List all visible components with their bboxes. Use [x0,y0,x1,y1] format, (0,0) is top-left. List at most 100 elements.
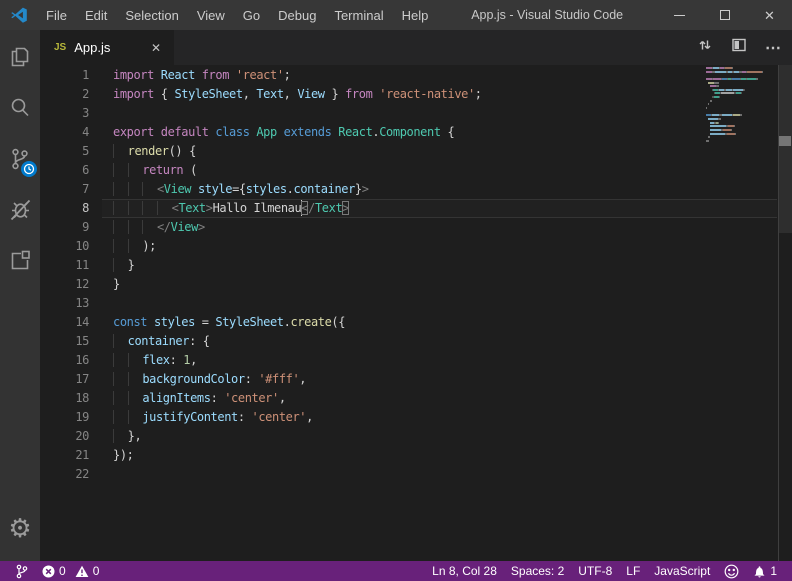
sidebar-item-explorer[interactable] [0,32,40,81]
code-line[interactable]: 4export default class App extends React.… [40,123,792,142]
minimize-button[interactable] [657,0,702,30]
indent-guide [128,182,143,196]
line-number[interactable]: 18 [40,389,89,408]
cursor-position[interactable]: Ln 8, Col 28 [425,561,504,581]
feedback-smiley[interactable] [717,561,746,581]
token: () { [169,144,196,158]
line-number[interactable]: 4 [40,123,89,142]
code-line[interactable]: 22 [40,465,792,484]
code-line[interactable]: 13 [40,294,792,313]
editor[interactable]: 1 import React from 'react';2import { Sty… [40,65,792,561]
line-number[interactable]: 7 [40,180,89,199]
code-area[interactable]: 1 import React from 'react';2import { Sty… [40,66,792,484]
sidebar-item-extensions[interactable] [0,236,40,285]
code-line[interactable]: 5 render() { [40,142,792,161]
code-line[interactable]: 12} [40,275,792,294]
token [277,125,284,139]
code-line[interactable]: 9 </View> [40,218,792,237]
code-text: flex: 1, [113,351,197,370]
line-number[interactable]: 8 [40,199,89,218]
line-number[interactable]: 11 [40,256,89,275]
line-number[interactable]: 12 [40,275,89,294]
indentation-setting[interactable]: Spaces: 2 [504,561,571,581]
line-number[interactable]: 14 [40,313,89,332]
sync-changes-icon[interactable] [697,37,713,58]
maximize-button[interactable] [702,0,747,30]
line-number[interactable]: 2 [40,85,89,104]
indent-guide [128,239,143,253]
indent-guide [113,429,128,443]
minimap[interactable] [702,67,778,147]
overview-ruler[interactable] [778,65,792,561]
tab-close-icon[interactable]: ✕ [148,39,164,57]
indent-guide [128,353,143,367]
menu-help[interactable]: Help [393,0,438,30]
line-number[interactable]: 16 [40,351,89,370]
line-number[interactable]: 15 [40,332,89,351]
menu-edit[interactable]: Edit [76,0,116,30]
search-icon [7,95,33,121]
menu-terminal[interactable]: Terminal [325,0,392,30]
code-line[interactable]: 2import { StyleSheet, Text, View } from … [40,85,792,104]
line-number[interactable]: 10 [40,237,89,256]
split-editor-icon[interactable] [731,37,747,58]
line-number[interactable]: 19 [40,408,89,427]
line-number[interactable]: 6 [40,161,89,180]
close-button[interactable]: ✕ [747,0,792,30]
line-number[interactable]: 13 [40,294,89,313]
menu-debug[interactable]: Debug [269,0,325,30]
git-branch-indicator[interactable] [8,561,35,581]
manage-gear-icon[interactable]: ⚙ [0,510,40,546]
code-line[interactable]: 11 } [40,256,792,275]
code-line[interactable]: 19 justifyContent: 'center', [40,408,792,427]
line-number[interactable]: 20 [40,427,89,446]
sidebar-item-source-control[interactable] [0,134,40,183]
token: > [362,182,369,196]
line-number[interactable]: 22 [40,465,89,484]
warning-icon [75,565,89,578]
code-line[interactable]: 14const styles = StyleSheet.create({ [40,313,792,332]
token: , [190,353,197,367]
notifications-indicator[interactable]: 1 [746,561,784,581]
eol-setting[interactable]: LF [619,561,647,581]
encoding-setting[interactable]: UTF-8 [571,561,619,581]
token: , [284,87,298,101]
token: from [345,87,372,101]
code-line[interactable]: 17 backgroundColor: '#fff', [40,370,792,389]
line-number[interactable]: 21 [40,446,89,465]
token: < [157,182,164,196]
line-number[interactable]: 3 [40,104,89,123]
token: '#fff' [258,372,299,386]
code-line[interactable]: 6 return ( [40,161,792,180]
code-line[interactable]: 21}); [40,446,792,465]
sidebar-item-search[interactable] [0,83,40,132]
code-line[interactable]: 8 <Text>Hallo Ilmenau</Text> [40,199,792,218]
code-line[interactable]: 1 import React from 'react'; [40,66,792,85]
token: styles [154,315,195,329]
more-actions-icon[interactable]: ⋯ [765,38,782,58]
scrollbar-slider[interactable] [779,65,792,233]
sidebar-item-debug[interactable] [0,185,40,234]
problems-indicator[interactable]: 0 0 [35,561,106,581]
code-line[interactable]: 16 flex: 1, [40,351,792,370]
code-line[interactable]: 7 <View style={styles.container}> [40,180,792,199]
indent-guide [128,220,143,234]
line-number[interactable]: 5 [40,142,89,161]
menu-file[interactable]: File [37,0,76,30]
minimap-line [706,100,778,102]
tab-appjs[interactable]: JS App.js ✕ [40,30,174,65]
code-line[interactable]: 18 alignItems: 'center', [40,389,792,408]
menu-view[interactable]: View [188,0,234,30]
code-text: import React from 'react'; [113,66,290,85]
code-line[interactable]: 15 container: { [40,332,792,351]
code-line[interactable]: 10 ); [40,237,792,256]
menu-go[interactable]: Go [234,0,269,30]
line-number[interactable]: 1 [40,66,89,85]
code-line[interactable]: 20 }, [40,427,792,446]
line-number[interactable]: 9 [40,218,89,237]
menu-selection[interactable]: Selection [116,0,187,30]
language-mode[interactable]: JavaScript [647,561,717,581]
line-number[interactable]: 17 [40,370,89,389]
indent-guide [113,163,128,177]
code-line[interactable]: 3 [40,104,792,123]
